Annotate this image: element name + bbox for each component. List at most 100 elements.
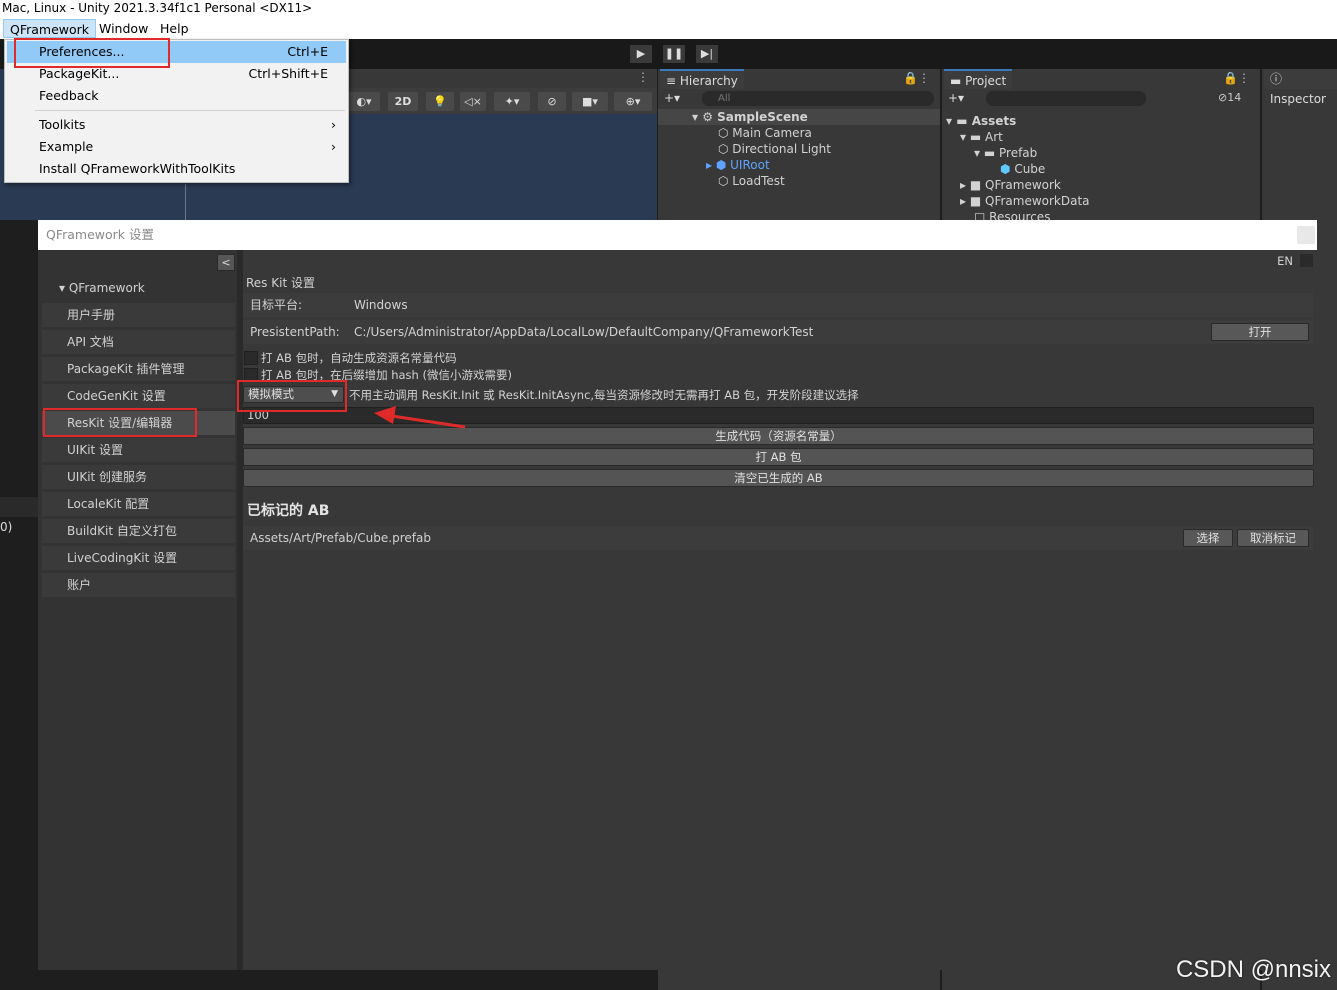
left-edge-fragment: 0) <box>0 520 13 534</box>
scene-root-row[interactable]: ▾ ⚙ SampleScene <box>658 109 940 125</box>
tab-inspector[interactable]: ⓘ Inspector <box>1264 69 1337 106</box>
project-search-input[interactable] <box>986 91 1146 106</box>
toggle-2d-button[interactable]: 2D <box>388 92 418 111</box>
project-tree-label: Art <box>985 130 1003 144</box>
menu-separator <box>35 110 345 111</box>
hidden-count-label: 14 <box>1227 91 1242 104</box>
menu-item-feedback[interactable]: Feedback <box>7 85 346 107</box>
open-folder-button[interactable]: 打开 <box>1211 323 1309 341</box>
marked-ab-path: Assets/Art/Prefab/Cube.prefab <box>250 531 431 545</box>
project-tree-label: Prefab <box>999 146 1038 160</box>
project-tree-item[interactable]: ▾ ▬ Prefab <box>974 145 1037 161</box>
sidebar-item-account[interactable]: 账户 <box>42 573 235 597</box>
step-icon[interactable]: ▶| <box>696 45 718 63</box>
project-tree-item[interactable]: ▾ ▬ Art <box>960 129 1003 145</box>
project-tree-item[interactable]: ▸ ■ QFrameworkData <box>960 193 1090 209</box>
hierarchy-item[interactable]: ⬡ LoadTest <box>718 173 785 189</box>
add-icon[interactable]: +▾ <box>664 91 680 105</box>
project-tree-item[interactable]: ▸ ■ QFramework <box>960 177 1061 193</box>
lock-icon[interactable]: 🔒⋮ <box>903 71 930 85</box>
project-tree-item[interactable]: ▾ ▬ Assets <box>946 113 1016 129</box>
hierarchy-item-label: LoadTest <box>732 174 785 188</box>
project-tree-label: Cube <box>1014 162 1046 176</box>
project-tab-label: Project <box>965 74 1007 88</box>
more-icon[interactable]: ⋮ <box>637 70 649 84</box>
hierarchy-item-label: UIRoot <box>730 158 770 172</box>
collapse-sidebar-button[interactable]: < <box>217 254 235 271</box>
lock-icon[interactable]: 🔒⋮ <box>1223 71 1250 85</box>
hierarchy-item[interactable]: ⬡ Directional Light <box>718 141 831 157</box>
menu-item-example[interactable]: Example › <box>7 136 346 158</box>
section-title: Res Kit 设置 <box>246 276 315 290</box>
platform-label: 目标平台: <box>250 298 303 312</box>
reskit-settings-content: EN Res Kit 设置 目标平台: Windows PresistentPa… <box>243 250 1317 970</box>
hierarchy-item[interactable]: ⬡ Main Camera <box>718 125 812 141</box>
shading-icon[interactable]: ◐▾ <box>348 92 380 111</box>
window-title: Mac, Linux - Unity 2021.3.34f1c1 Persona… <box>0 0 1337 18</box>
path-label: PresistentPath: <box>250 325 340 339</box>
sidebar-item-localekit[interactable]: LocaleKit 配置 <box>42 492 235 516</box>
hidden-count-badge: ⊘14 <box>1218 91 1242 104</box>
auto-gen-checkbox[interactable] <box>244 351 258 365</box>
platform-value: Windows <box>354 298 408 312</box>
sidebar-header-label: QFramework <box>68 281 145 295</box>
menu-qframework[interactable]: QFramework <box>3 19 97 38</box>
build-ab-button[interactable]: 打 AB 包 <box>243 448 1314 466</box>
annotation-box-mode <box>237 380 347 412</box>
unmark-button[interactable]: 取消标记 <box>1237 529 1309 547</box>
menu-item-label: Install QFrameworkWithToolKits <box>39 161 236 176</box>
select-button[interactable]: 选择 <box>1183 529 1233 547</box>
hierarchy-item-label: Directional Light <box>732 142 831 156</box>
window-menu-icon[interactable] <box>1297 226 1315 244</box>
lighting-icon[interactable]: 💡 <box>426 92 454 111</box>
menu-item-toolkits[interactable]: Toolkits › <box>7 114 346 136</box>
tab-project[interactable]: ▬ Project <box>944 69 1013 89</box>
menu-bar: QFramework Window Help <box>0 18 1337 39</box>
menu-item-install[interactable]: Install QFrameworkWithToolKits <box>7 158 346 180</box>
language-label: EN <box>1277 254 1293 268</box>
path-value: C:/Users/Administrator/AppData/LocalLow/… <box>354 325 814 339</box>
pause-icon[interactable]: ❚❚ <box>663 45 685 63</box>
menu-item-label: Feedback <box>39 88 99 103</box>
menu-help[interactable]: Help <box>154 19 195 38</box>
marked-ab-title: 已标记的 AB <box>247 503 330 519</box>
tab-hierarchy[interactable]: ≡ Hierarchy <box>660 69 744 89</box>
clear-ab-button[interactable]: 清空已生成的 AB <box>243 469 1314 487</box>
inspector-tab-label: Inspector <box>1270 92 1326 106</box>
hierarchy-item-label: Main Camera <box>732 126 812 140</box>
sidebar-item-uikit-settings[interactable]: UIKit 设置 <box>42 438 235 462</box>
hierarchy-search-input[interactable]: All <box>702 91 934 106</box>
menu-window[interactable]: Window <box>93 19 154 38</box>
marked-ab-row: Assets/Art/Prefab/Cube.prefab 选择 取消标记 <box>243 526 1313 550</box>
scene-tab-strip: ⋮ <box>340 69 657 88</box>
annotation-box-preferences <box>14 38 170 68</box>
project-tree-label: Assets <box>971 114 1017 128</box>
menu-item-label: Toolkits <box>39 117 86 132</box>
sidebar-item-uikit-create[interactable]: UIKit 创建服务 <box>42 465 235 489</box>
scene-name: SampleScene <box>717 110 808 124</box>
sidebar-item-api[interactable]: API 文档 <box>42 330 235 354</box>
sidebar-header[interactable]: ▾ QFramework <box>42 276 235 300</box>
project-tree-item[interactable]: ⬢ Cube <box>1000 161 1045 177</box>
camera-icon[interactable]: ■▾ <box>572 92 608 111</box>
left-edge-strip <box>0 497 38 517</box>
hidden-objects-icon[interactable]: ⊘ <box>538 92 566 111</box>
hierarchy-item[interactable]: ▸ ⬢ UIRoot <box>706 157 770 173</box>
submenu-arrow-icon: › <box>331 117 336 132</box>
effects-icon[interactable]: ✦▾ <box>494 92 530 111</box>
project-tree-label: QFramework <box>985 178 1061 192</box>
csdn-watermark: CSDN @nnsix <box>1175 956 1331 983</box>
sidebar-item-codegenkit[interactable]: CodeGenKit 设置 <box>42 384 235 408</box>
project-tree-label: QFrameworkData <box>985 194 1090 208</box>
audio-icon[interactable]: ◁× <box>460 92 486 111</box>
sidebar-item-livecodingkit[interactable]: LiveCodingKit 设置 <box>42 546 235 570</box>
sidebar-item-buildkit[interactable]: BuildKit 自定义打包 <box>42 519 235 543</box>
annotation-arrow-icon <box>374 406 466 429</box>
sidebar-item-packagekit[interactable]: PackageKit 插件管理 <box>42 357 235 381</box>
add-icon[interactable]: +▾ <box>948 91 964 105</box>
play-icon[interactable]: ▶ <box>630 45 652 63</box>
gizmos-icon[interactable]: ⊕▾ <box>614 92 652 111</box>
language-toggle[interactable] <box>1300 254 1313 267</box>
sidebar-item-manual[interactable]: 用户手册 <box>42 303 235 327</box>
submenu-arrow-icon: › <box>331 139 336 154</box>
